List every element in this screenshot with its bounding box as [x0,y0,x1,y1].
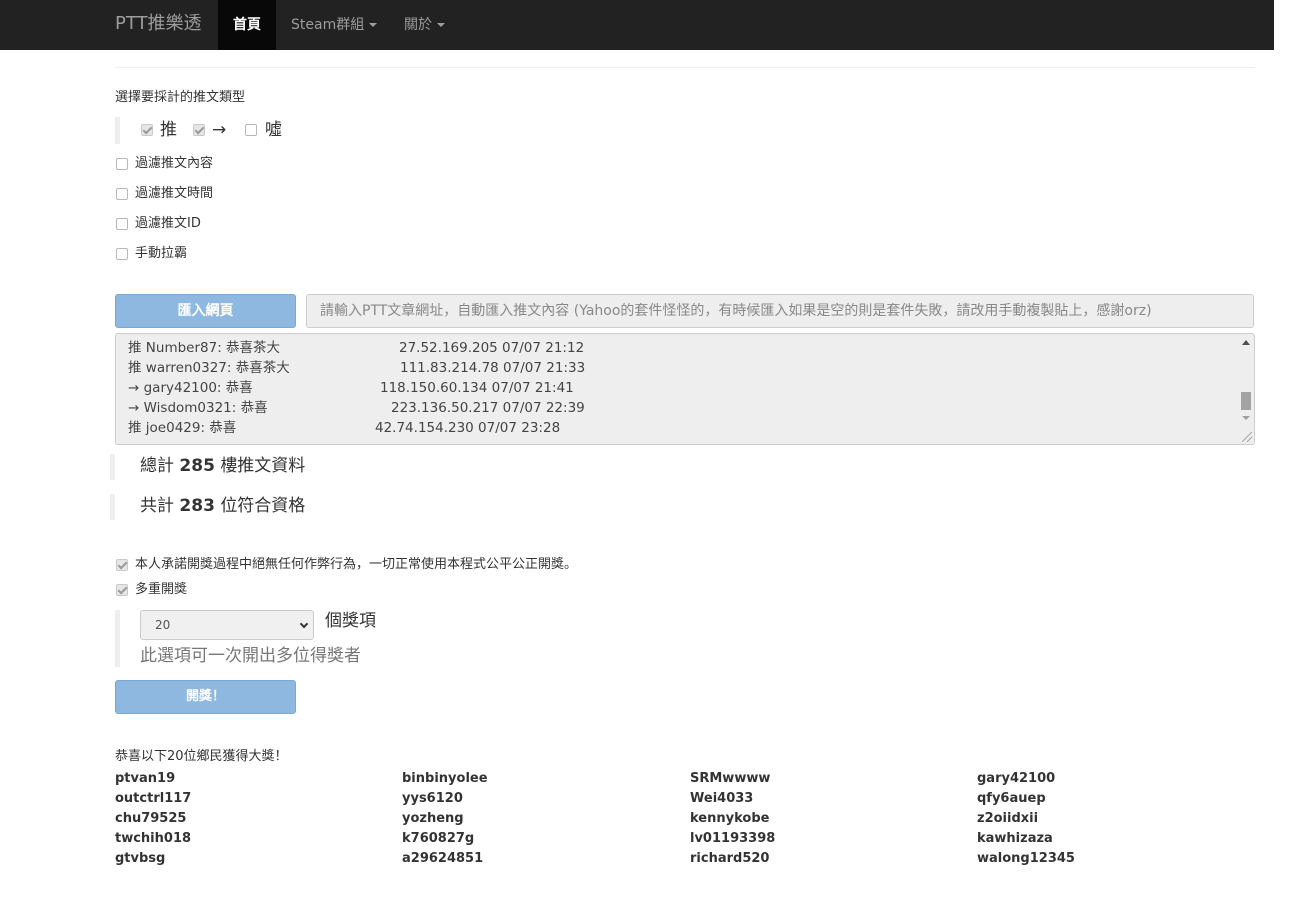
comment-meta: 111.83.214.78 07/07 21:33 [400,360,586,376]
nav-home[interactable]: 首頁 [218,0,276,50]
brand-logo[interactable]: PTT推樂透 [115,13,202,35]
winner-name: binbinyolee [402,771,488,786]
winner-name: kawhizaza [977,831,1053,846]
filter-time-checkbox[interactable] [116,188,128,200]
total-suffix: 樓推文資料 [220,456,306,476]
filter-id-checkbox[interactable] [116,218,128,230]
manual-slot-checkbox[interactable] [116,248,128,260]
filter-time-label: 過濾推文時間 [135,186,214,201]
multi-draw-label: 多重開獎 [135,582,188,597]
filter-content-checkbox[interactable] [116,158,128,170]
comment-line: → Wisdom0321: 恭喜 [128,400,268,416]
blockquote-bar [115,117,120,144]
winner-name: z2oiidxii [977,811,1039,826]
winner-name: richard520 [690,851,770,866]
winner-name: ptvan19 [115,771,176,786]
textarea-scrollbar[interactable] [1237,334,1254,444]
comment-meta: 42.74.154.230 07/07 23:28 [375,420,561,436]
winner-name: twchih018 [115,831,192,846]
winner-name: kennykobe [690,811,770,826]
comment-line: → gary42100: 恭喜 [128,380,253,396]
winner-name: Wei4033 [690,791,754,806]
chevron-down-icon [437,23,445,27]
total-comments-stat: 總計 285 樓推文資料 [140,454,305,478]
prize-count-select[interactable]: 20 [140,610,314,640]
comment-meta: 223.136.50.217 07/07 22:39 [391,400,585,416]
push-type-push-checkbox[interactable] [141,124,153,136]
winner-name: yys6120 [402,791,463,806]
scroll-down-icon[interactable] [1242,416,1250,420]
winner-name: SRMwwww [690,771,771,786]
multi-draw-hint: 此選項可一次開出多位得獎者 [140,646,361,666]
comment-meta: 27.52.169.205 07/07 21:12 [399,340,585,356]
manual-slot-label: 手動拉霸 [135,246,188,261]
qualified-count: 283 [179,496,215,516]
winner-name: a29624851 [402,851,484,866]
push-type-boo-label: 噓 [265,120,282,140]
total-prefix: 總計 [140,456,174,476]
scroll-thumb[interactable] [1241,392,1251,410]
nav-about-dropdown[interactable]: 關於 [404,0,445,50]
pledge-checkbox[interactable] [116,559,128,571]
pledge-label: 本人承諾開獎過程中絕無任何作弊行為，一切正常使用本程式公平公正開獎。 [135,557,578,572]
winner-name: outctrl117 [115,791,192,806]
filter-content-label: 過濾推文內容 [135,156,214,171]
prize-unit-label: 個獎項 [325,611,376,631]
nav-home-label: 首頁 [233,17,261,33]
push-type-boo-checkbox[interactable] [245,124,257,136]
comments-textarea[interactable]: 推 Number87: 恭喜茶大 27.52.169.205 07/07 21:… [115,333,1255,445]
chevron-down-icon [369,23,378,27]
import-webpage-button[interactable]: 匯入網頁 [115,294,296,328]
winner-name: qfy6auep [977,791,1046,806]
nav-about-label: 關於 [404,17,432,33]
comment-line: 推 joe0429: 恭喜 [128,420,237,436]
total-count: 285 [179,456,215,476]
winner-name: yozheng [402,811,464,826]
winner-name: k760827g [402,831,475,846]
comment-meta: 118.150.60.134 07/07 21:41 [380,380,574,396]
chevron-down-icon [299,619,309,629]
comment-line: 推 warren0327: 恭喜茶大 [128,360,290,376]
scroll-up-icon[interactable] [1242,340,1250,345]
multi-draw-checkbox[interactable] [116,584,128,596]
draw-button[interactable]: 開獎！ [115,680,296,714]
prize-count-value: 20 [155,618,171,632]
comment-line: 推 Number87: 恭喜茶大 [128,340,281,356]
push-type-arrow-checkbox[interactable] [193,124,205,136]
qualified-prefix: 共計 [140,496,174,516]
nav-steam-group-label: Steam群組 [291,17,365,33]
resize-handle-icon[interactable] [1242,432,1252,442]
blockquote-bar [115,610,120,667]
winner-name: lv01193398 [690,831,776,846]
winner-name: chu79525 [115,811,187,826]
winner-name: gtvbsg [115,851,166,866]
blockquote-bar [110,494,115,520]
nav-steam-group-dropdown[interactable]: Steam群組 [291,0,378,50]
push-type-heading: 選擇要採計的推文類型 [115,90,246,105]
push-type-push-label: 推 [160,120,177,140]
winners-title: 恭喜以下20位鄉民獲得大獎！ [115,749,288,764]
filter-id-label: 過濾推文ID [135,216,201,231]
push-type-arrow-label: → [212,120,227,140]
blockquote-bar [110,454,115,480]
divider [115,67,1255,68]
top-navbar: PTT推樂透 首頁 Steam群組 關於 [0,0,1274,50]
ptt-url-input[interactable]: 請輸入PTT文章網址，自動匯入推文內容 (Yahoo的套件怪怪的，有時候匯入如果… [306,294,1254,328]
winner-name: walong12345 [977,851,1075,866]
qualified-users-stat: 共計 283 位符合資格 [140,494,305,518]
qualified-suffix: 位符合資格 [220,496,306,516]
winner-name: gary42100 [977,771,1056,786]
